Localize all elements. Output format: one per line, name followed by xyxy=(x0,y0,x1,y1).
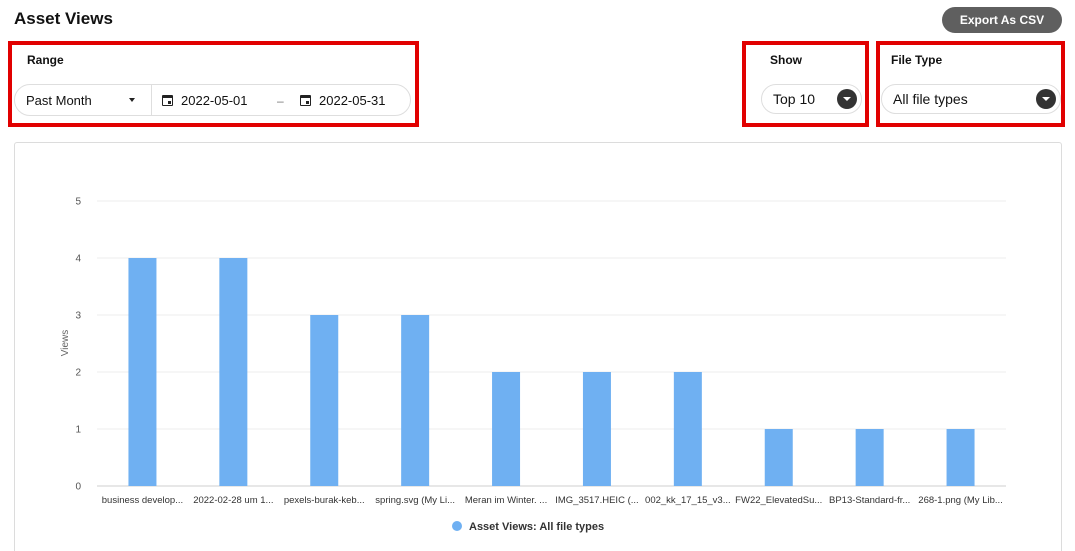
x-tick-label: 2022-02-28 um 1... xyxy=(193,495,273,506)
x-tick-label: BP13-Standard-fr... xyxy=(829,495,910,506)
y-tick-label: 4 xyxy=(75,254,81,265)
bar xyxy=(946,429,975,486)
x-tick-label: 268-1.png (My Lib... xyxy=(918,495,1003,506)
x-tick-label: business develop... xyxy=(102,495,183,506)
y-tick-label: 5 xyxy=(75,197,81,208)
x-tick-label: 002_kk_17_15_v3... xyxy=(645,495,731,506)
asset-views-chart: 0 1 2 3 4 5 Views business develop... 2022-02-28… xyxy=(60,197,1006,533)
bar xyxy=(673,372,702,486)
bar xyxy=(492,372,521,486)
y-tick-label: 1 xyxy=(75,425,81,436)
bar xyxy=(855,429,884,486)
x-tick-label: pexels-burak-keb... xyxy=(284,495,365,506)
bar xyxy=(219,258,248,486)
legend-swatch xyxy=(452,521,462,531)
x-tick-label: FW22_ElevatedSu... xyxy=(735,495,822,506)
bar xyxy=(401,315,430,486)
bar xyxy=(764,429,793,486)
bar xyxy=(310,315,339,486)
y-tick-label: 2 xyxy=(75,368,81,379)
y-tick-label: 3 xyxy=(75,311,81,322)
legend-label: Asset Views: All file types xyxy=(469,521,604,533)
y-tick-label: 0 xyxy=(75,482,81,493)
x-tick-label: spring.svg (My Li... xyxy=(375,495,455,506)
bar xyxy=(128,258,157,486)
x-tick-label: Meran im Winter. ... xyxy=(465,495,547,506)
bar xyxy=(582,372,611,486)
x-tick-label: IMG_3517.HEIC (... xyxy=(555,495,638,506)
y-axis-label: Views xyxy=(60,330,71,357)
